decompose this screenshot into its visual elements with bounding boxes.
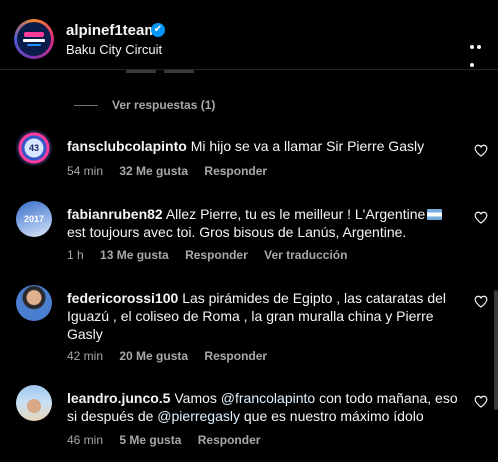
like-heart-icon[interactable] xyxy=(474,211,488,224)
reply-button[interactable]: Responder xyxy=(198,433,261,447)
clipped-previous-meta xyxy=(126,70,206,76)
comment-body-part: Allez Pierre, tu es le meilleur ! L'Arge… xyxy=(165,206,426,222)
comment-username[interactable]: leandro.junco.5 xyxy=(67,390,170,406)
comment-body-part: est toujours avec toi. Gros bisous de La… xyxy=(67,224,407,240)
comment-likes[interactable]: 20 Me gusta xyxy=(119,349,188,363)
location-link[interactable]: Baku City Circuit xyxy=(66,42,162,57)
comment-meta: 42 min 20 Me gusta Responder xyxy=(67,349,280,363)
comment-text: fansclubcolapinto Mi hijo se va a llamar… xyxy=(67,137,459,155)
avatar[interactable]: 2017 xyxy=(16,201,52,237)
comment-username[interactable]: fabianruben82 xyxy=(67,206,163,222)
mention-link[interactable]: @francolapinto xyxy=(221,390,315,406)
avatar[interactable] xyxy=(16,385,52,421)
like-heart-icon[interactable] xyxy=(474,295,488,308)
comment-time: 42 min xyxy=(67,349,104,363)
like-heart-icon[interactable] xyxy=(474,144,488,157)
comment-meta: 46 min 5 Me gusta Responder xyxy=(67,433,273,447)
comment-likes[interactable]: 5 Me gusta xyxy=(119,433,181,447)
post-header: alpinef1team ✔ Baku City Circuit xyxy=(0,0,498,70)
comment-username[interactable]: fansclubcolapinto xyxy=(67,138,187,154)
verified-icon: ✔ xyxy=(151,23,165,37)
more-options-icon[interactable] xyxy=(470,36,490,67)
scrollbar[interactable] xyxy=(494,290,498,410)
argentina-flag-icon xyxy=(427,209,443,220)
comment-time: 54 min xyxy=(67,164,104,178)
avatar[interactable]: 43 xyxy=(16,130,52,166)
account-username[interactable]: alpinef1team xyxy=(66,22,158,39)
comment-text: leandro.junco.5 Vamos @francolapinto con… xyxy=(67,389,459,425)
like-heart-icon[interactable] xyxy=(474,395,488,408)
avatar[interactable] xyxy=(16,285,52,321)
comment-meta: 54 min 32 Me gusta Responder xyxy=(67,164,280,178)
comment-likes[interactable]: 13 Me gusta xyxy=(100,248,169,262)
comment-body-part: que es nuestro máximo ídolo xyxy=(243,408,424,424)
comment-meta: 1 h 13 Me gusta Responder Ver traducción xyxy=(67,248,360,262)
view-replies-label: Ver respuestas (1) xyxy=(112,98,216,112)
comment-text: federicorossi100 Las pirámides de Egipto… xyxy=(67,289,459,343)
comment-time: 46 min xyxy=(67,433,104,447)
alpine-logo-icon xyxy=(17,22,51,56)
account-avatar[interactable] xyxy=(14,19,54,59)
comment-likes[interactable]: 32 Me gusta xyxy=(119,164,188,178)
comment-username[interactable]: federicorossi100 xyxy=(67,290,178,306)
comment-text: fabianruben82 Allez Pierre, tu es le mei… xyxy=(67,205,459,241)
comment-body: Mi hijo se va a llamar Sir Pierre Gasly xyxy=(190,138,425,154)
comment-time: 1 h xyxy=(67,248,84,262)
mention-link[interactable]: @pierregasly xyxy=(157,408,240,424)
reply-button[interactable]: Responder xyxy=(204,349,267,363)
view-replies-button[interactable]: Ver respuestas (1) xyxy=(74,98,215,112)
reply-line-divider xyxy=(74,104,98,106)
see-translation-button[interactable]: Ver traducción xyxy=(264,248,347,262)
reply-button[interactable]: Responder xyxy=(204,164,267,178)
comment-body-part: Vamos xyxy=(174,390,217,406)
reply-button[interactable]: Responder xyxy=(185,248,248,262)
